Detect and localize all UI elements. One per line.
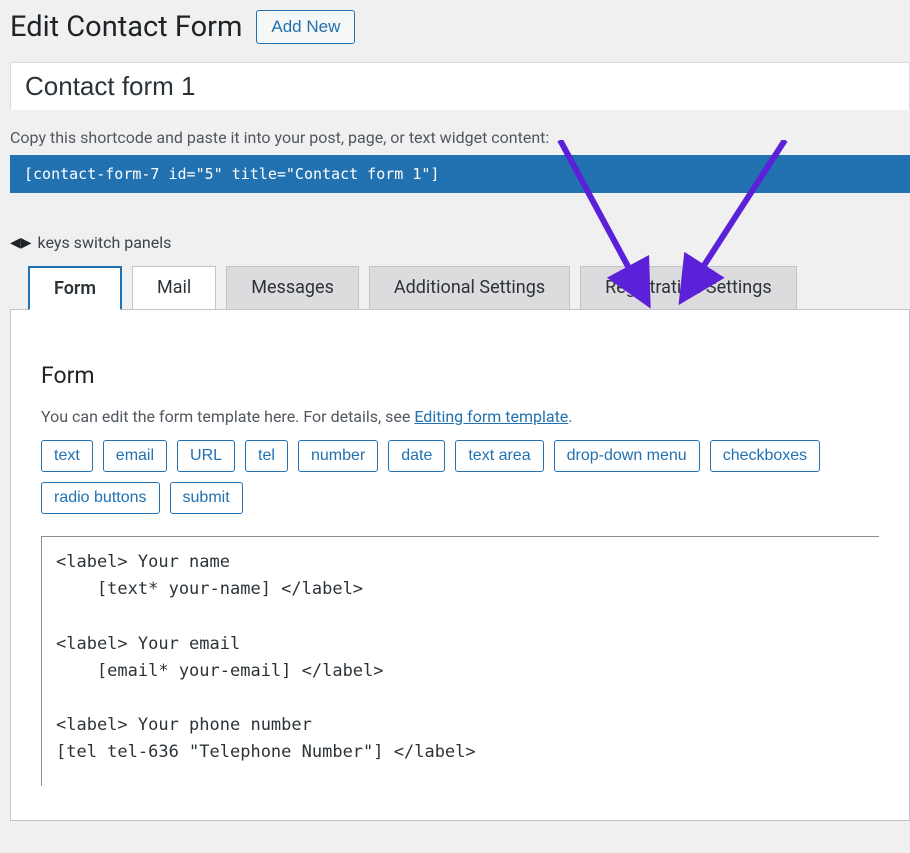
shortcode-box[interactable]: [contact-form-7 id="5" title="Contact fo… [10,155,910,193]
tag-btn-tel[interactable]: tel [245,440,288,472]
tab-form[interactable]: Form [28,266,122,310]
editing-template-link[interactable]: Editing form template [414,407,568,426]
add-new-button[interactable]: Add New [256,10,355,44]
tag-btn-checkboxes[interactable]: checkboxes [710,440,821,472]
panel-heading: Form [41,362,879,389]
panel-description: You can edit the form template here. For… [41,407,879,426]
form-panel: Form You can edit the form template here… [10,309,910,821]
tag-btn-drop-down-menu[interactable]: drop-down menu [554,440,700,472]
tag-btn-radio-buttons[interactable]: radio buttons [41,482,160,514]
page-title: Edit Contact Form [10,10,242,44]
tag-generator-row: text email URL tel number date text area drop-d… [41,440,879,514]
tab-bar: Form Mail Messages Additional Settings R… [10,266,910,310]
tag-btn-number[interactable]: number [298,440,378,472]
keys-hint-text: keys switch panels [38,233,172,252]
tag-btn-email[interactable]: email [103,440,167,472]
form-title-input[interactable] [10,62,910,110]
tag-btn-submit[interactable]: submit [170,482,243,514]
tag-btn-URL[interactable]: URL [177,440,235,472]
tag-btn-date[interactable]: date [388,440,445,472]
page-header: Edit Contact Form Add New [10,10,910,44]
tag-btn-text[interactable]: text [41,440,93,472]
panel-desc-suffix: . [568,407,572,426]
shortcode-help-text: Copy this shortcode and paste it into yo… [10,128,910,147]
form-template-textarea[interactable] [41,536,879,786]
panel-desc-prefix: You can edit the form template here. For… [41,407,414,426]
left-right-arrow-icon: ◀▶ [10,235,32,251]
tab-registration[interactable]: Registration Settings [580,266,797,310]
tab-messages[interactable]: Messages [226,266,359,310]
tag-btn-text-area[interactable]: text area [455,440,543,472]
tab-mail[interactable]: Mail [132,266,216,310]
tab-additional[interactable]: Additional Settings [369,266,570,310]
keys-switch-hint: ◀▶ keys switch panels [10,233,910,252]
